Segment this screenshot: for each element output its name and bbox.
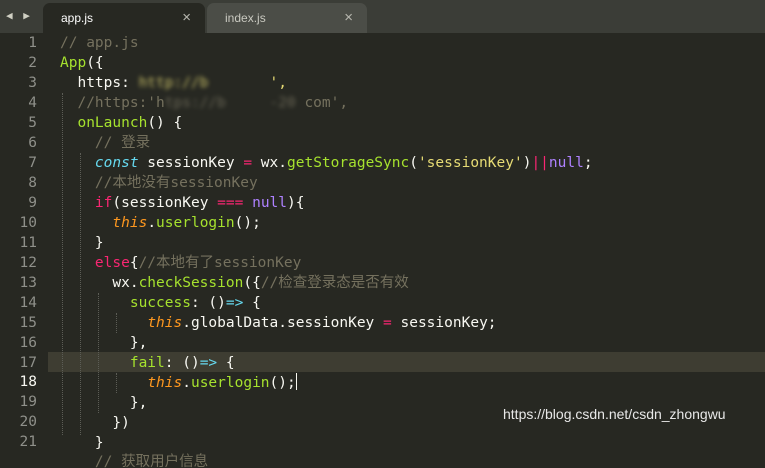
code-line-4: //https:'htps://b -20 com',	[60, 95, 349, 111]
line-number: 14	[19, 295, 37, 311]
line-number: 5	[28, 115, 37, 131]
line-number: 9	[28, 195, 37, 211]
tab-nav-arrows[interactable]: ◀ ▶	[6, 9, 32, 22]
code-line-7: const sessionKey = wx.getStorageSync('se…	[94, 155, 593, 171]
text-cursor	[295, 373, 297, 390]
line-number: 1	[28, 35, 37, 51]
line-number: 19	[19, 394, 37, 410]
close-icon[interactable]: ×	[344, 9, 353, 26]
tab-bar: ◀ ▶ app.js × index.js ×	[0, 0, 765, 33]
line-number: 13	[19, 275, 37, 291]
line-number: 15	[19, 315, 37, 331]
line-number-gutter: 1 2 3 4 5 6 7 8 9 10 11 12 13 14 15 16 1…	[0, 33, 48, 450]
line-number: 10	[19, 215, 37, 231]
code-line-6: // 登录	[60, 135, 151, 151]
line-number: 11	[19, 235, 37, 251]
code-line-9: if(sessionKey === null){	[94, 195, 305, 211]
code-line-3: https: http://b ',	[60, 75, 287, 91]
code-line-19: },	[60, 395, 148, 411]
code-line-14: success: ()=> {	[129, 295, 261, 311]
line-number: 7	[28, 155, 37, 171]
code-line-11: }	[60, 235, 104, 251]
line-number: 21	[19, 434, 37, 450]
code-line-21: }	[60, 435, 104, 451]
code-line-18: this.userlogin();	[147, 373, 297, 391]
line-number: 17	[19, 355, 37, 371]
line-number: 6	[28, 135, 37, 151]
line-number: 4	[28, 95, 37, 111]
line-number: 3	[28, 75, 37, 91]
code-line-17: fail: ()=> {	[129, 355, 235, 371]
code-line-13: wx.checkSession({//检查登录态是否有效	[60, 275, 409, 291]
tab-label: index.js	[225, 11, 266, 25]
line-number: 20	[19, 414, 37, 430]
code-line-5: onLaunch() {	[77, 115, 183, 131]
close-icon[interactable]: ×	[182, 9, 191, 26]
code-line-10: this.userlogin();	[112, 215, 261, 231]
tab-label: app.js	[61, 11, 94, 25]
code-line-12: else{//本地有了sessionKey	[94, 255, 302, 271]
code-line-1: // app.js	[60, 35, 139, 51]
line-number: 2	[28, 55, 37, 71]
line-number: 12	[19, 255, 37, 271]
code-line-15: this.globalData.sessionKey = sessionKey;	[147, 315, 497, 331]
code-line-8: //本地没有sessionKey	[60, 175, 258, 191]
redacted-url: tps://b -20	[164, 95, 296, 111]
code-line-22: // 获取用户信息	[60, 454, 209, 468]
watermark: https://blog.csdn.net/csdn_zhongwu	[503, 406, 726, 422]
code-line-16: },	[60, 335, 148, 351]
line-number: 8	[28, 175, 37, 191]
line-number-current: 18	[19, 374, 37, 390]
line-number: 16	[19, 335, 37, 351]
code-line-2: App({	[60, 55, 104, 71]
tab-app-js[interactable]: app.js ×	[43, 3, 205, 33]
code-line-20: })	[60, 415, 130, 431]
tab-index-js[interactable]: index.js ×	[207, 3, 367, 33]
redacted-url: http://b	[138, 75, 270, 91]
